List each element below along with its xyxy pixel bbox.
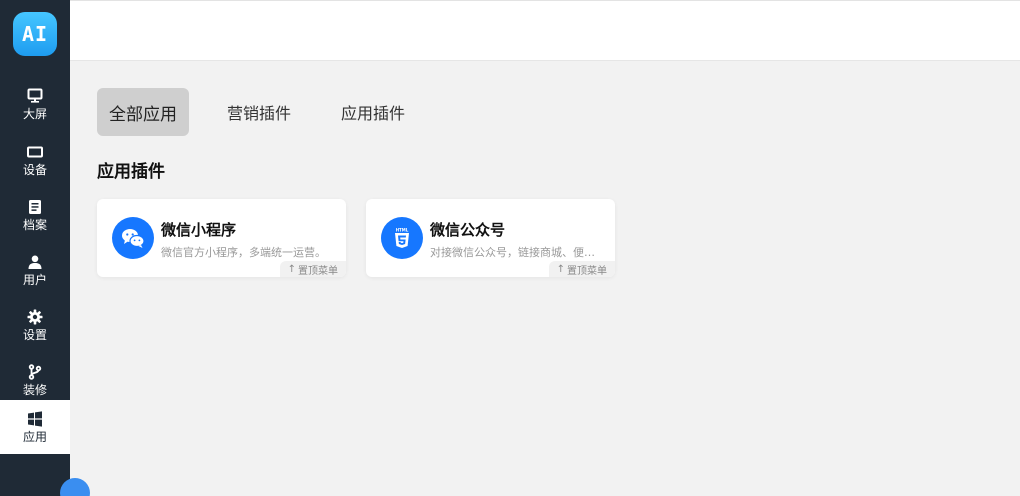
pin-to-menu-button[interactable]: ↑ 置顶菜单: [548, 261, 615, 277]
archive-icon: [29, 199, 41, 214]
sidebar-item-archive[interactable]: 档案: [0, 188, 70, 242]
sidebar-item-user[interactable]: 用户: [0, 243, 70, 297]
sidebar: AI 大屏 设备 档案 用户 设置 装修 应用: [0, 0, 70, 496]
sidebar-item-label: 装修: [22, 382, 47, 397]
main-content: 全部应用 营销插件 应用插件 应用插件 微信小程序 微信官方小程序，多端统一运营…: [70, 61, 1020, 496]
tab-marketing-plugins[interactable]: 营销插件: [215, 88, 303, 136]
sidebar-item-label: 大屏: [22, 106, 47, 121]
sidebar-item-apps[interactable]: 应用: [0, 400, 70, 454]
card-description: 微信官方小程序，多端统一运营。: [161, 246, 326, 259]
sidebar-item-label: 设置: [22, 327, 47, 342]
arrow-up-icon: ↑: [287, 263, 296, 275]
pin-label: 置顶菜单: [567, 265, 607, 277]
arrow-up-icon: ↑: [556, 263, 565, 275]
app-card-wechat-miniprogram[interactable]: 微信小程序 微信官方小程序，多端统一运营。 ↑ 置顶菜单: [97, 199, 346, 277]
tab-bar: 全部应用 营销插件 应用插件: [97, 88, 443, 136]
pin-label: 置顶菜单: [298, 265, 338, 277]
card-title: 微信公众号: [430, 221, 506, 239]
sidebar-item-device[interactable]: 设备: [0, 133, 70, 187]
pin-to-menu-button[interactable]: ↑ 置顶菜单: [279, 261, 346, 277]
sidebar-item-settings[interactable]: 设置: [0, 298, 70, 352]
card-title: 微信小程序: [161, 221, 237, 239]
device-icon: [27, 146, 43, 157]
html5-icon: HTML: [381, 217, 423, 259]
section-title: 应用插件: [97, 162, 165, 182]
gear-icon: [27, 309, 43, 324]
sidebar-item-label: 设备: [22, 162, 47, 177]
sidebar-item-label: 应用: [22, 429, 47, 444]
wechat-icon: [112, 217, 154, 259]
card-description: 对接微信公众号，链接商城、便于...: [430, 246, 600, 259]
sidebar-item-label: 用户: [22, 272, 47, 287]
windows-icon: [28, 410, 42, 427]
svg-text:HTML: HTML: [396, 228, 409, 233]
top-header: [70, 0, 1020, 61]
app-logo[interactable]: AI: [13, 12, 57, 56]
sidebar-item-decorate[interactable]: 装修: [0, 353, 70, 407]
sidebar-item-label: 档案: [22, 217, 47, 232]
tab-app-plugins[interactable]: 应用插件: [329, 88, 417, 136]
sidebar-item-dashboard[interactable]: 大屏: [0, 77, 70, 131]
app-card-wechat-official-account[interactable]: HTML 微信公众号 对接微信公众号，链接商城、便于... ↑ 置顶菜单: [366, 199, 615, 277]
user-icon: [28, 255, 42, 269]
branch-icon: [28, 363, 42, 380]
monitor-icon: [27, 88, 43, 103]
tab-all-apps[interactable]: 全部应用: [97, 88, 189, 136]
